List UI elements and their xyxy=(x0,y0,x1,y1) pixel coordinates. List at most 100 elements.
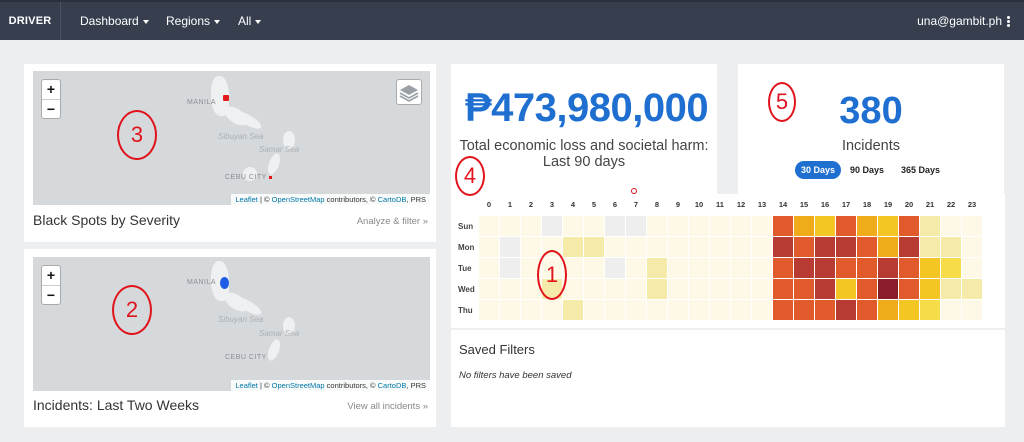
heatmap-cell[interactable] xyxy=(479,216,499,236)
heatmap-cell[interactable] xyxy=(857,300,877,320)
range-30-days[interactable]: 30 Days xyxy=(795,161,842,179)
heatmap-cell[interactable] xyxy=(857,237,877,257)
heatmap-cell[interactable] xyxy=(521,237,541,257)
heatmap-cell[interactable] xyxy=(752,237,772,257)
heatmap-cell[interactable] xyxy=(626,237,646,257)
heatmap-cell[interactable] xyxy=(605,258,625,278)
heatmap-cell[interactable] xyxy=(668,216,688,236)
heatmap-cell[interactable] xyxy=(920,279,940,299)
heatmap-cell[interactable] xyxy=(689,258,709,278)
heatmap-cell[interactable] xyxy=(731,300,751,320)
heatmap-cell[interactable] xyxy=(857,216,877,236)
heatmap-cell[interactable] xyxy=(605,279,625,299)
black-spot-marker[interactable] xyxy=(223,95,229,101)
heatmap-cell[interactable] xyxy=(773,300,793,320)
heatmap-cell[interactable] xyxy=(605,300,625,320)
heatmap-cell[interactable] xyxy=(605,237,625,257)
carto-link[interactable]: CartoDB xyxy=(378,381,407,390)
range-365-days[interactable]: 365 Days xyxy=(895,161,946,179)
black-spot-marker[interactable] xyxy=(269,176,272,179)
heatmap-cell[interactable] xyxy=(500,258,520,278)
heatmap-cell[interactable] xyxy=(563,216,583,236)
heatmap-cell[interactable] xyxy=(500,216,520,236)
zoom-out-button[interactable]: − xyxy=(42,285,60,304)
heatmap-cell[interactable] xyxy=(920,216,940,236)
heatmap-cell[interactable] xyxy=(815,237,835,257)
heatmap-cell[interactable] xyxy=(521,300,541,320)
heatmap-cell[interactable] xyxy=(479,300,499,320)
osm-link[interactable]: OpenStreetMap xyxy=(272,195,325,204)
heatmap-cell[interactable] xyxy=(584,300,604,320)
heatmap-cell[interactable] xyxy=(815,258,835,278)
nav-all-menu[interactable]: All xyxy=(238,2,262,40)
heatmap-cell[interactable] xyxy=(878,300,898,320)
incident-marker[interactable] xyxy=(220,277,229,289)
heatmap-cell[interactable] xyxy=(920,237,940,257)
heatmap-cell[interactable] xyxy=(773,216,793,236)
heatmap-cell[interactable] xyxy=(941,237,961,257)
heatmap-cell[interactable] xyxy=(920,258,940,278)
heatmap-cell[interactable] xyxy=(815,279,835,299)
osm-link[interactable]: OpenStreetMap xyxy=(272,381,325,390)
heatmap-cell[interactable] xyxy=(710,300,730,320)
heatmap-cell[interactable] xyxy=(647,216,667,236)
heatmap-cell[interactable] xyxy=(941,216,961,236)
heatmap-cell[interactable] xyxy=(584,279,604,299)
heatmap-cell[interactable] xyxy=(752,216,772,236)
layers-button[interactable] xyxy=(396,79,422,105)
heatmap-cell[interactable] xyxy=(626,300,646,320)
heatmap-cell[interactable] xyxy=(668,279,688,299)
heatmap-cell[interactable] xyxy=(647,258,667,278)
heatmap-cell[interactable] xyxy=(794,237,814,257)
heatmap-cell[interactable] xyxy=(752,279,772,299)
heatmap-cell[interactable] xyxy=(899,300,919,320)
heatmap-cell[interactable] xyxy=(479,279,499,299)
heatmap-cell[interactable] xyxy=(794,258,814,278)
heatmap-cell[interactable] xyxy=(836,258,856,278)
heatmap-cell[interactable] xyxy=(794,279,814,299)
heatmap-cell[interactable] xyxy=(899,279,919,299)
view-all-incidents-link[interactable]: View all incidents » xyxy=(347,401,428,412)
heatmap-cell[interactable] xyxy=(668,237,688,257)
heatmap-cell[interactable] xyxy=(710,216,730,236)
zoom-in-button[interactable]: + xyxy=(42,80,60,99)
heatmap-cell[interactable] xyxy=(500,279,520,299)
heatmap-cell[interactable] xyxy=(731,279,751,299)
heatmap-cell[interactable] xyxy=(668,300,688,320)
heatmap-cell[interactable] xyxy=(500,300,520,320)
heatmap-cell[interactable] xyxy=(479,258,499,278)
heatmap-cell[interactable] xyxy=(962,258,982,278)
heatmap-cell[interactable] xyxy=(542,216,562,236)
heatmap-cell[interactable] xyxy=(479,237,499,257)
heatmap-cell[interactable] xyxy=(689,237,709,257)
heatmap-cell[interactable] xyxy=(500,237,520,257)
nav-dashboard-menu[interactable]: Dashboard xyxy=(80,2,149,40)
nav-regions-menu[interactable]: Regions xyxy=(166,2,221,40)
heatmap-cell[interactable] xyxy=(542,300,562,320)
heatmap-cell[interactable] xyxy=(836,237,856,257)
heatmap-cell[interactable] xyxy=(710,237,730,257)
heatmap-cell[interactable] xyxy=(962,300,982,320)
heatmap-cell[interactable] xyxy=(731,216,751,236)
heatmap-cell[interactable] xyxy=(836,216,856,236)
heatmap-cell[interactable] xyxy=(731,237,751,257)
heatmap-cell[interactable] xyxy=(563,300,583,320)
brand-logo[interactable]: DRIVER xyxy=(0,2,61,40)
heatmap-cell[interactable] xyxy=(584,216,604,236)
range-90-days[interactable]: 90 Days xyxy=(844,161,890,179)
heatmap-cell[interactable] xyxy=(794,216,814,236)
heatmap-cell[interactable] xyxy=(752,258,772,278)
heatmap-cell[interactable] xyxy=(773,237,793,257)
heatmap-cell[interactable] xyxy=(647,237,667,257)
user-menu[interactable]: una@gambit.ph xyxy=(917,2,1010,40)
heatmap-cell[interactable] xyxy=(689,279,709,299)
heatmap-cell[interactable] xyxy=(815,300,835,320)
heatmap-cell[interactable] xyxy=(563,237,583,257)
heatmap-cell[interactable] xyxy=(521,216,541,236)
heatmap-cell[interactable] xyxy=(815,216,835,236)
zoom-out-button[interactable]: − xyxy=(42,99,60,118)
heatmap-cell[interactable] xyxy=(962,237,982,257)
heatmap-cell[interactable] xyxy=(752,300,772,320)
carto-link[interactable]: CartoDB xyxy=(378,195,407,204)
heatmap-cell[interactable] xyxy=(605,216,625,236)
